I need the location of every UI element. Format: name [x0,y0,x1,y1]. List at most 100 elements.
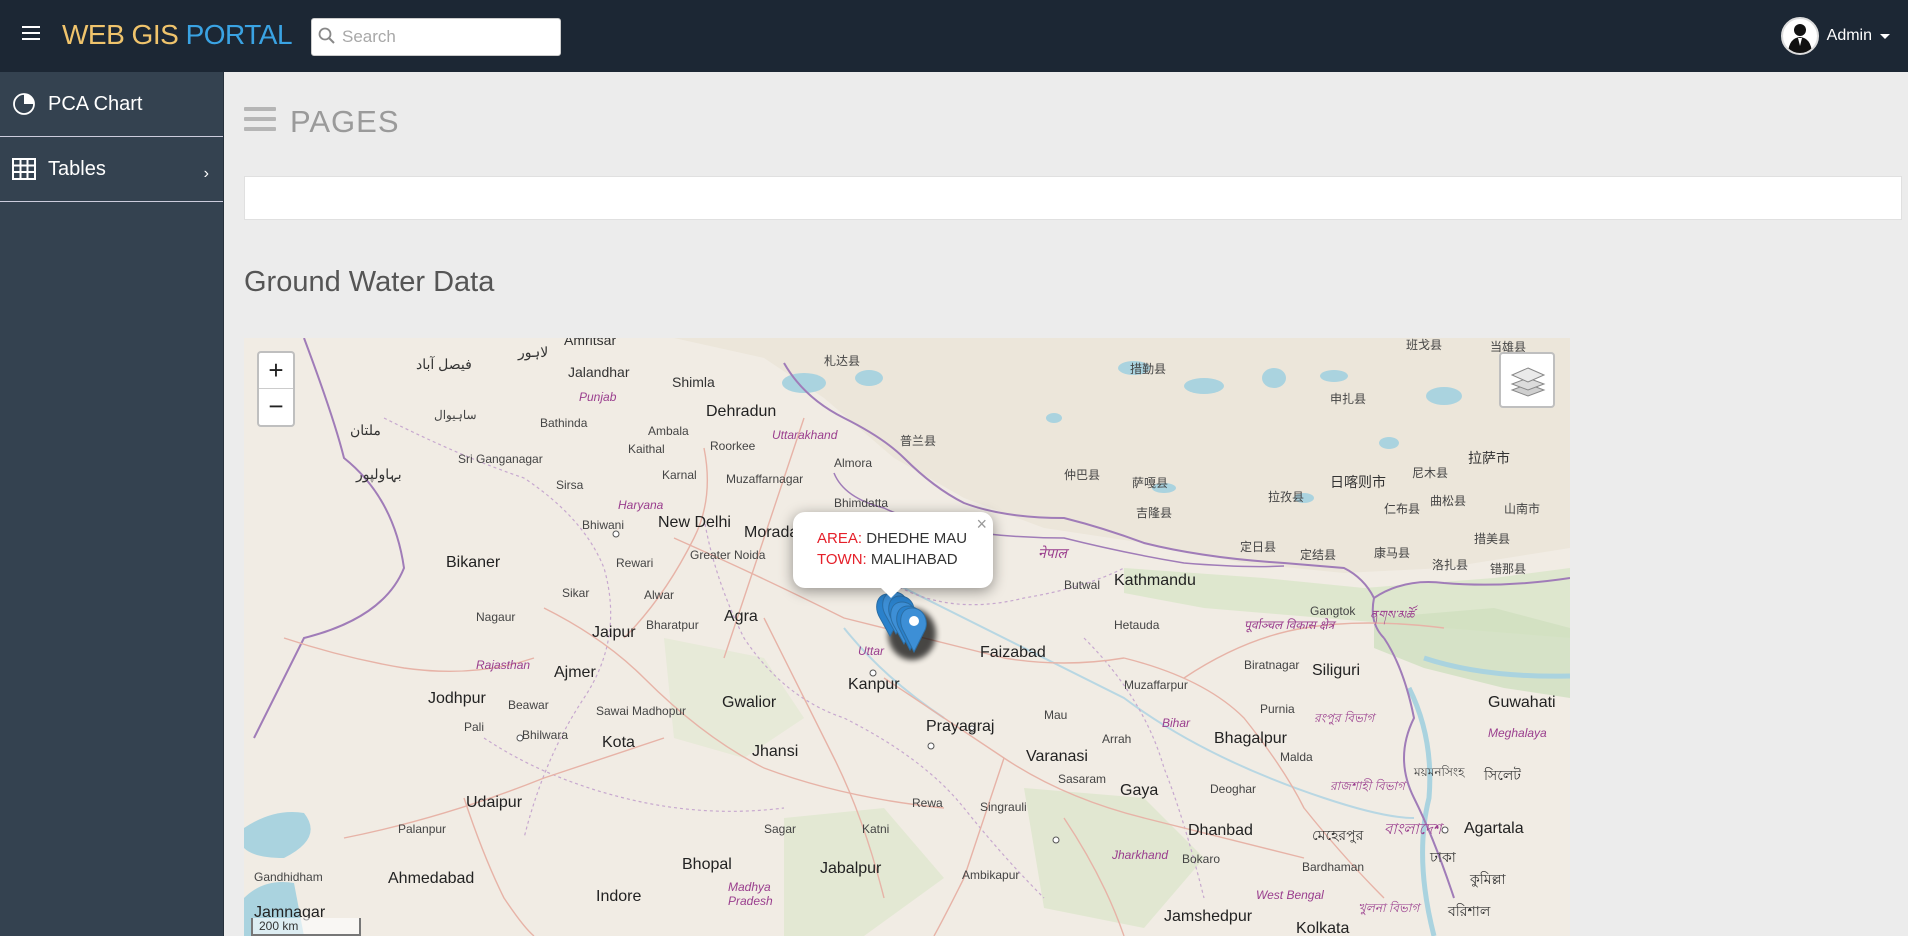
popup-area-row: AREA: DHEDHE MAU [817,528,969,549]
map-label: Sasaram [1058,772,1107,786]
map-label: Morada [744,524,799,541]
map-label: Sikar [562,586,590,600]
chevron-right-icon: › [203,165,209,182]
map-label: Kolkata [1296,920,1350,936]
map-label: Jaipur [592,624,636,641]
map-label: Muzaffarpur [1124,678,1188,692]
map-label: 曲松县 [1430,494,1467,508]
search-icon [318,27,335,44]
map-label: Kota [602,734,635,751]
map-label: नेपाल [1038,545,1067,561]
map-label: New Delhi [658,514,731,531]
table-icon [12,158,36,180]
map-label: Sawai Madhopur [596,704,687,718]
map-label: Malda [1280,750,1313,764]
layers-button[interactable] [1499,352,1555,408]
map-label: 札达县 [824,354,861,368]
map-label: Agra [724,608,758,625]
map-label: 仲巴县 [1064,468,1101,482]
map-label: 康马县 [1374,546,1411,560]
close-icon[interactable]: × [976,514,987,535]
map-label: Hetauda [1114,618,1160,632]
popup-area-key: AREA: [817,530,863,547]
map-label: Pradesh [728,894,773,908]
map-view[interactable]: Amritsar Jalandhar Punjab Shimla Dehradu… [244,338,1570,936]
map-label: Beawar [508,698,549,712]
map-label: রাজশাহী বিভাগ [1330,779,1405,793]
map-label: 山南市 [1504,502,1541,516]
map-label: पूर्वाञ्चल विकास क्षेत्र [1244,618,1335,632]
map-label: Dhanbad [1188,822,1253,839]
brand-part2: PORTAL [185,19,293,50]
map-label: Alwar [644,588,675,602]
map-label: Varanasi [1026,748,1088,765]
map-label: 班戈县 [1406,338,1443,352]
map-label: কুমিল্লা [1470,871,1506,887]
map-label: Haryana [618,498,664,512]
zoom-out-button[interactable]: − [259,389,293,425]
map-label: Katni [862,822,890,836]
map-label: Jamshedpur [1164,908,1253,925]
search-input[interactable] [342,23,552,51]
map-label: Karnal [662,468,697,482]
map-label: 定结县 [1300,548,1337,562]
map-label: 措勤县 [1130,362,1167,376]
map-scale: 200 km [251,918,361,936]
map-label: Kanpur [848,676,900,693]
map-label: Pali [464,720,485,734]
page-title: PAGES [290,104,400,139]
marker-popup: × AREA: DHEDHE MAU TOWN: MALIHABAD [793,512,993,588]
map-label: Sirsa [556,478,584,492]
map-label: Amritsar [564,338,617,348]
top-navbar: WEB GIS PORTAL Admin [0,0,1908,72]
map-label: West Bengal [1256,888,1324,902]
popup-town-value: MALIHABAD [870,551,958,568]
map-label: ساہیوال [434,408,477,422]
map-label: 吉隆县 [1136,506,1173,520]
map-label: Siliguri [1312,662,1361,679]
map-label: 尼木县 [1412,466,1449,480]
search-box [311,18,561,56]
popup-town-row: TOWN: MALIHABAD [817,549,969,570]
map-label: Palanpur [398,822,447,836]
map-label: Biratnagar [1244,658,1300,672]
map-label: Bokaro [1182,852,1221,866]
user-menu[interactable]: Admin [1780,17,1890,55]
map-label: Bardhaman [1302,860,1365,874]
map-label: Mau [1044,708,1068,722]
sidebar-item-tables[interactable]: Tables › [0,137,223,202]
map-label: Muzaffarnagar [726,472,804,486]
section-title: Ground Water Data [244,266,495,298]
map-label: ملتان [350,422,381,438]
map-label: 定日县 [1240,540,1277,554]
map-label: Guwahati [1488,694,1556,711]
map-label: বাংলাদেশ [1384,821,1442,838]
map-label: রংপুর বিভাগ [1314,711,1375,725]
sidebar-item-pca-chart[interactable]: PCA Chart [0,72,223,137]
map-label: Bikaner [446,554,501,571]
map-label: ནགས་མཚོ [1370,608,1415,622]
map-label: 拉孜县 [1268,490,1305,504]
map-label: Bhopal [682,856,732,873]
user-name: Admin [1826,27,1872,44]
map-label: Prayagraj [926,718,995,735]
map-label: সিলেট [1484,767,1521,783]
map-label: মেহেরপুর [1312,827,1364,843]
chevron-down-icon [1880,33,1890,39]
map-label: Agartala [1464,820,1524,837]
menu-toggle-icon[interactable] [22,26,40,42]
map-label: 普兰县 [900,434,937,448]
zoom-in-button[interactable]: + [259,353,293,389]
map-label: Sri Ganganagar [458,452,543,466]
map-label: Gandhidham [254,870,323,884]
map-label: বরিশাল [1448,903,1491,919]
map-label: 申扎县 [1330,392,1367,406]
brand-logo[interactable]: WEB GIS PORTAL [62,19,293,51]
map-label: Nagaur [476,610,516,624]
brand-part1: WEB GIS [62,19,179,50]
map-label: Ajmer [554,664,596,681]
map-label: Kaithal [628,442,665,456]
map-label: Jodhpur [428,690,486,707]
map-label: Greater Noida [690,548,766,562]
map-label: Deoghar [1210,782,1257,796]
